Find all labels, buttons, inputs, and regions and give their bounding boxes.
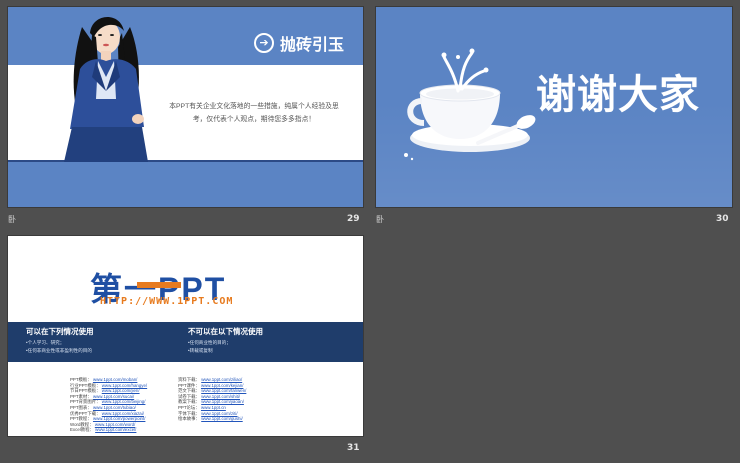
link-row[interactable]: Excel教程： www.1ppt.com/excel/ <box>70 427 147 433</box>
slide-number-31: 31 <box>347 443 360 453</box>
woman-illustration <box>64 16 148 162</box>
slide-marker-29: 卧 <box>8 215 16 224</box>
allowed-usage: 可以在下列情况使用 •个人学习、研究； •任何非商业性或非盈利性的目的 <box>26 326 94 355</box>
links-right: 资料下载： www.1ppt.com/ziliao/ PPT课件： www.1p… <box>178 377 246 422</box>
arrow-right-icon: ➔ <box>254 33 274 53</box>
logo-url: HTTP://WWW.1PPT.COM <box>100 296 234 307</box>
forbidden-line-2: •转载或复制 <box>188 348 213 353</box>
forbidden-line-1: •任何商业性的目的； <box>188 340 231 345</box>
allowed-line-1: •个人学习、研究； <box>26 340 65 345</box>
forbidden-usage: 不可以在以下情况使用 •任何商业性的目的； •转载或复制 <box>188 326 263 355</box>
slide-number-29: 29 <box>347 214 360 224</box>
usage-terms-band: 可以在下列情况使用 •个人学习、研究； •任何非商业性或非盈利性的目的 不可以在… <box>8 322 363 362</box>
bottom-band <box>8 162 363 207</box>
slide-title: ➔ 抛砖引玉 <box>254 32 344 54</box>
slide-body-text: 本PPT有关企业文化落地的一些措施，纯属个人经验及思考，仅代表个人观点，期待您多… <box>169 103 339 123</box>
forbidden-heading: 不可以在以下情况使用 <box>188 327 263 336</box>
thanks-title: 谢谢大家 <box>536 73 700 117</box>
slide-thumbnail-31[interactable]: 第一PPT HTTP://WWW.1PPT.COM 可以在下列情况使用 •个人学… <box>8 236 363 436</box>
links-left: PPT模板： www.1ppt.com/moban/ 行业PPT模板： www.… <box>70 377 147 433</box>
slide-marker-30: 卧 <box>376 215 384 224</box>
allowed-line-2: •任何非商业性或非盈利性的目的 <box>26 348 92 353</box>
slide-number-30: 30 <box>716 214 729 224</box>
title-text: 抛砖引玉 <box>280 37 345 54</box>
milk-cup-illustration <box>404 48 536 161</box>
link-row[interactable]: 绘本故事： www.1ppt.com/gushi/ <box>178 416 246 422</box>
allowed-heading: 可以在下列情况使用 <box>26 327 94 336</box>
logo-accent-line <box>137 282 181 288</box>
slide-thumbnail-29[interactable]: ➔ 抛砖引玉 本PPT有关企业文化落地的一些措施，纯属个人经验及思考，仅代表个人… <box>8 7 363 207</box>
slide-thumbnail-30[interactable]: 谢谢大家 <box>376 7 732 207</box>
